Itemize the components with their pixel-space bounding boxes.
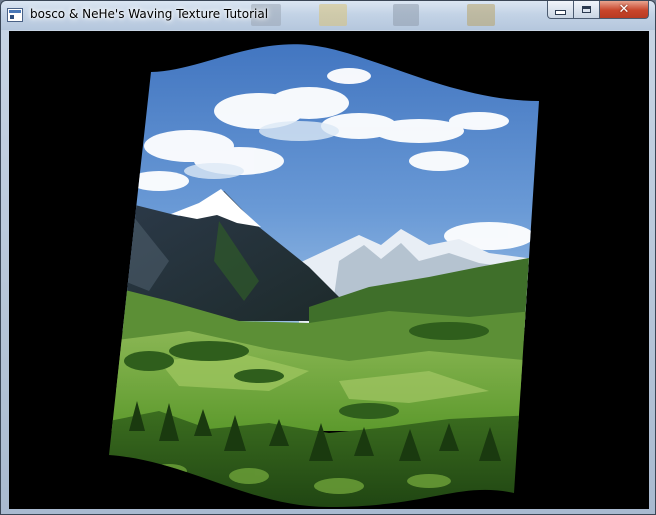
opengl-viewport[interactable] (9, 31, 649, 509)
background-reflection (319, 4, 347, 26)
maximize-icon (582, 6, 591, 13)
background-reflection (393, 4, 419, 26)
close-icon: ✕ (618, 2, 630, 17)
application-window: bosco & NeHe's Waving Texture Tutorial ✕ (0, 0, 656, 515)
window-title: bosco & NeHe's Waving Texture Tutorial (30, 7, 269, 21)
close-button[interactable]: ✕ (599, 1, 649, 19)
minimize-icon (555, 10, 566, 15)
window-controls: ✕ (547, 1, 651, 20)
title-bar[interactable]: bosco & NeHe's Waving Texture Tutorial ✕ (1, 1, 655, 30)
minimize-button[interactable] (547, 1, 574, 19)
maximize-button[interactable] (573, 1, 600, 19)
application-window-icon[interactable] (7, 8, 23, 22)
waving-texture-scene (109, 44, 539, 507)
waving-texture (109, 44, 539, 507)
background-reflection (467, 4, 495, 26)
